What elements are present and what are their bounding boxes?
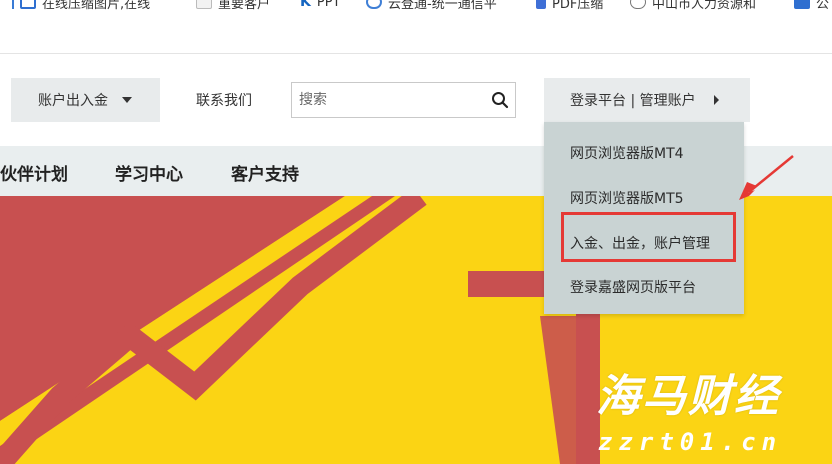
- watermark-url: zzrt01.cn: [598, 428, 783, 456]
- search-box: [291, 82, 516, 118]
- annotation-arrow-icon: [739, 155, 794, 200]
- bookmark-label: 云登通-统一通信平: [388, 0, 497, 12]
- bookmark-label: 重要客户: [218, 0, 271, 12]
- bookmark-item[interactable]: PDF压缩: [536, 0, 603, 12]
- contact-us-link[interactable]: 联系我们: [196, 90, 252, 110]
- account-funds-label: 账户出入金: [38, 93, 108, 109]
- nav-item-partner-program[interactable]: 伙伴计划: [0, 160, 68, 185]
- bookmark-item[interactable]: 重要客户: [196, 0, 270, 12]
- chevron-right-icon: [713, 95, 719, 105]
- bookmark-label: PDF压缩: [552, 0, 604, 12]
- bookmark-item[interactable]: 公: [794, 0, 829, 12]
- nav-item-learning-center[interactable]: 学习中心: [115, 160, 183, 185]
- chevron-down-icon: [122, 97, 132, 103]
- bookmark-item[interactable]: K PPT: [300, 0, 340, 12]
- bookmark-item[interactable]: 云登通-统一通信平: [366, 0, 497, 12]
- bookmark-item[interactable]: 中山市人力资源和: [630, 0, 756, 12]
- pdf-icon: [536, 0, 546, 9]
- bookmarks-bar: 在线压缩图片,在线 重要客户 K PPT 云登通-统一通信平 PDF压缩 中山市…: [0, 0, 832, 12]
- dropdown-item-web-mt4[interactable]: 网页浏览器版MT4: [570, 143, 684, 163]
- dropdown-item-web-mt5[interactable]: 网页浏览器版MT5: [570, 188, 684, 208]
- dropdown-item-funds-account-management[interactable]: 入金、出金，账户管理: [570, 233, 710, 253]
- bookmark-label: 中山市人力资源和: [652, 0, 757, 12]
- globe-icon: [630, 0, 646, 9]
- ppt-icon: K: [300, 0, 311, 10]
- nav-item-customer-support[interactable]: 客户支持: [231, 160, 299, 185]
- bookmarks-divider: [0, 53, 832, 54]
- folder-icon: [196, 0, 212, 9]
- search-input[interactable]: [292, 83, 485, 117]
- bookmark-label: 在线压缩图片,在线: [42, 0, 151, 12]
- image-compress-icon: [20, 0, 36, 9]
- bookmark-edge-icon: [4, 0, 14, 9]
- login-platform-label: 登录平台 | 管理账户: [570, 93, 696, 109]
- bookmark-label: 公: [816, 0, 830, 12]
- bookmark-item[interactable]: 在线压缩图片,在线: [4, 0, 150, 12]
- app-icon: [794, 0, 810, 9]
- account-funds-button[interactable]: 账户出入金: [11, 78, 160, 122]
- search-icon[interactable]: [485, 83, 515, 117]
- login-platform-button[interactable]: 登录平台 | 管理账户: [544, 78, 750, 122]
- cloud-icon: [366, 0, 382, 9]
- watermark-title: 海马财经: [596, 371, 780, 422]
- dropdown-item-web-platform-login[interactable]: 登录嘉盛网页版平台: [570, 277, 696, 297]
- bookmark-label: PPT: [316, 0, 341, 10]
